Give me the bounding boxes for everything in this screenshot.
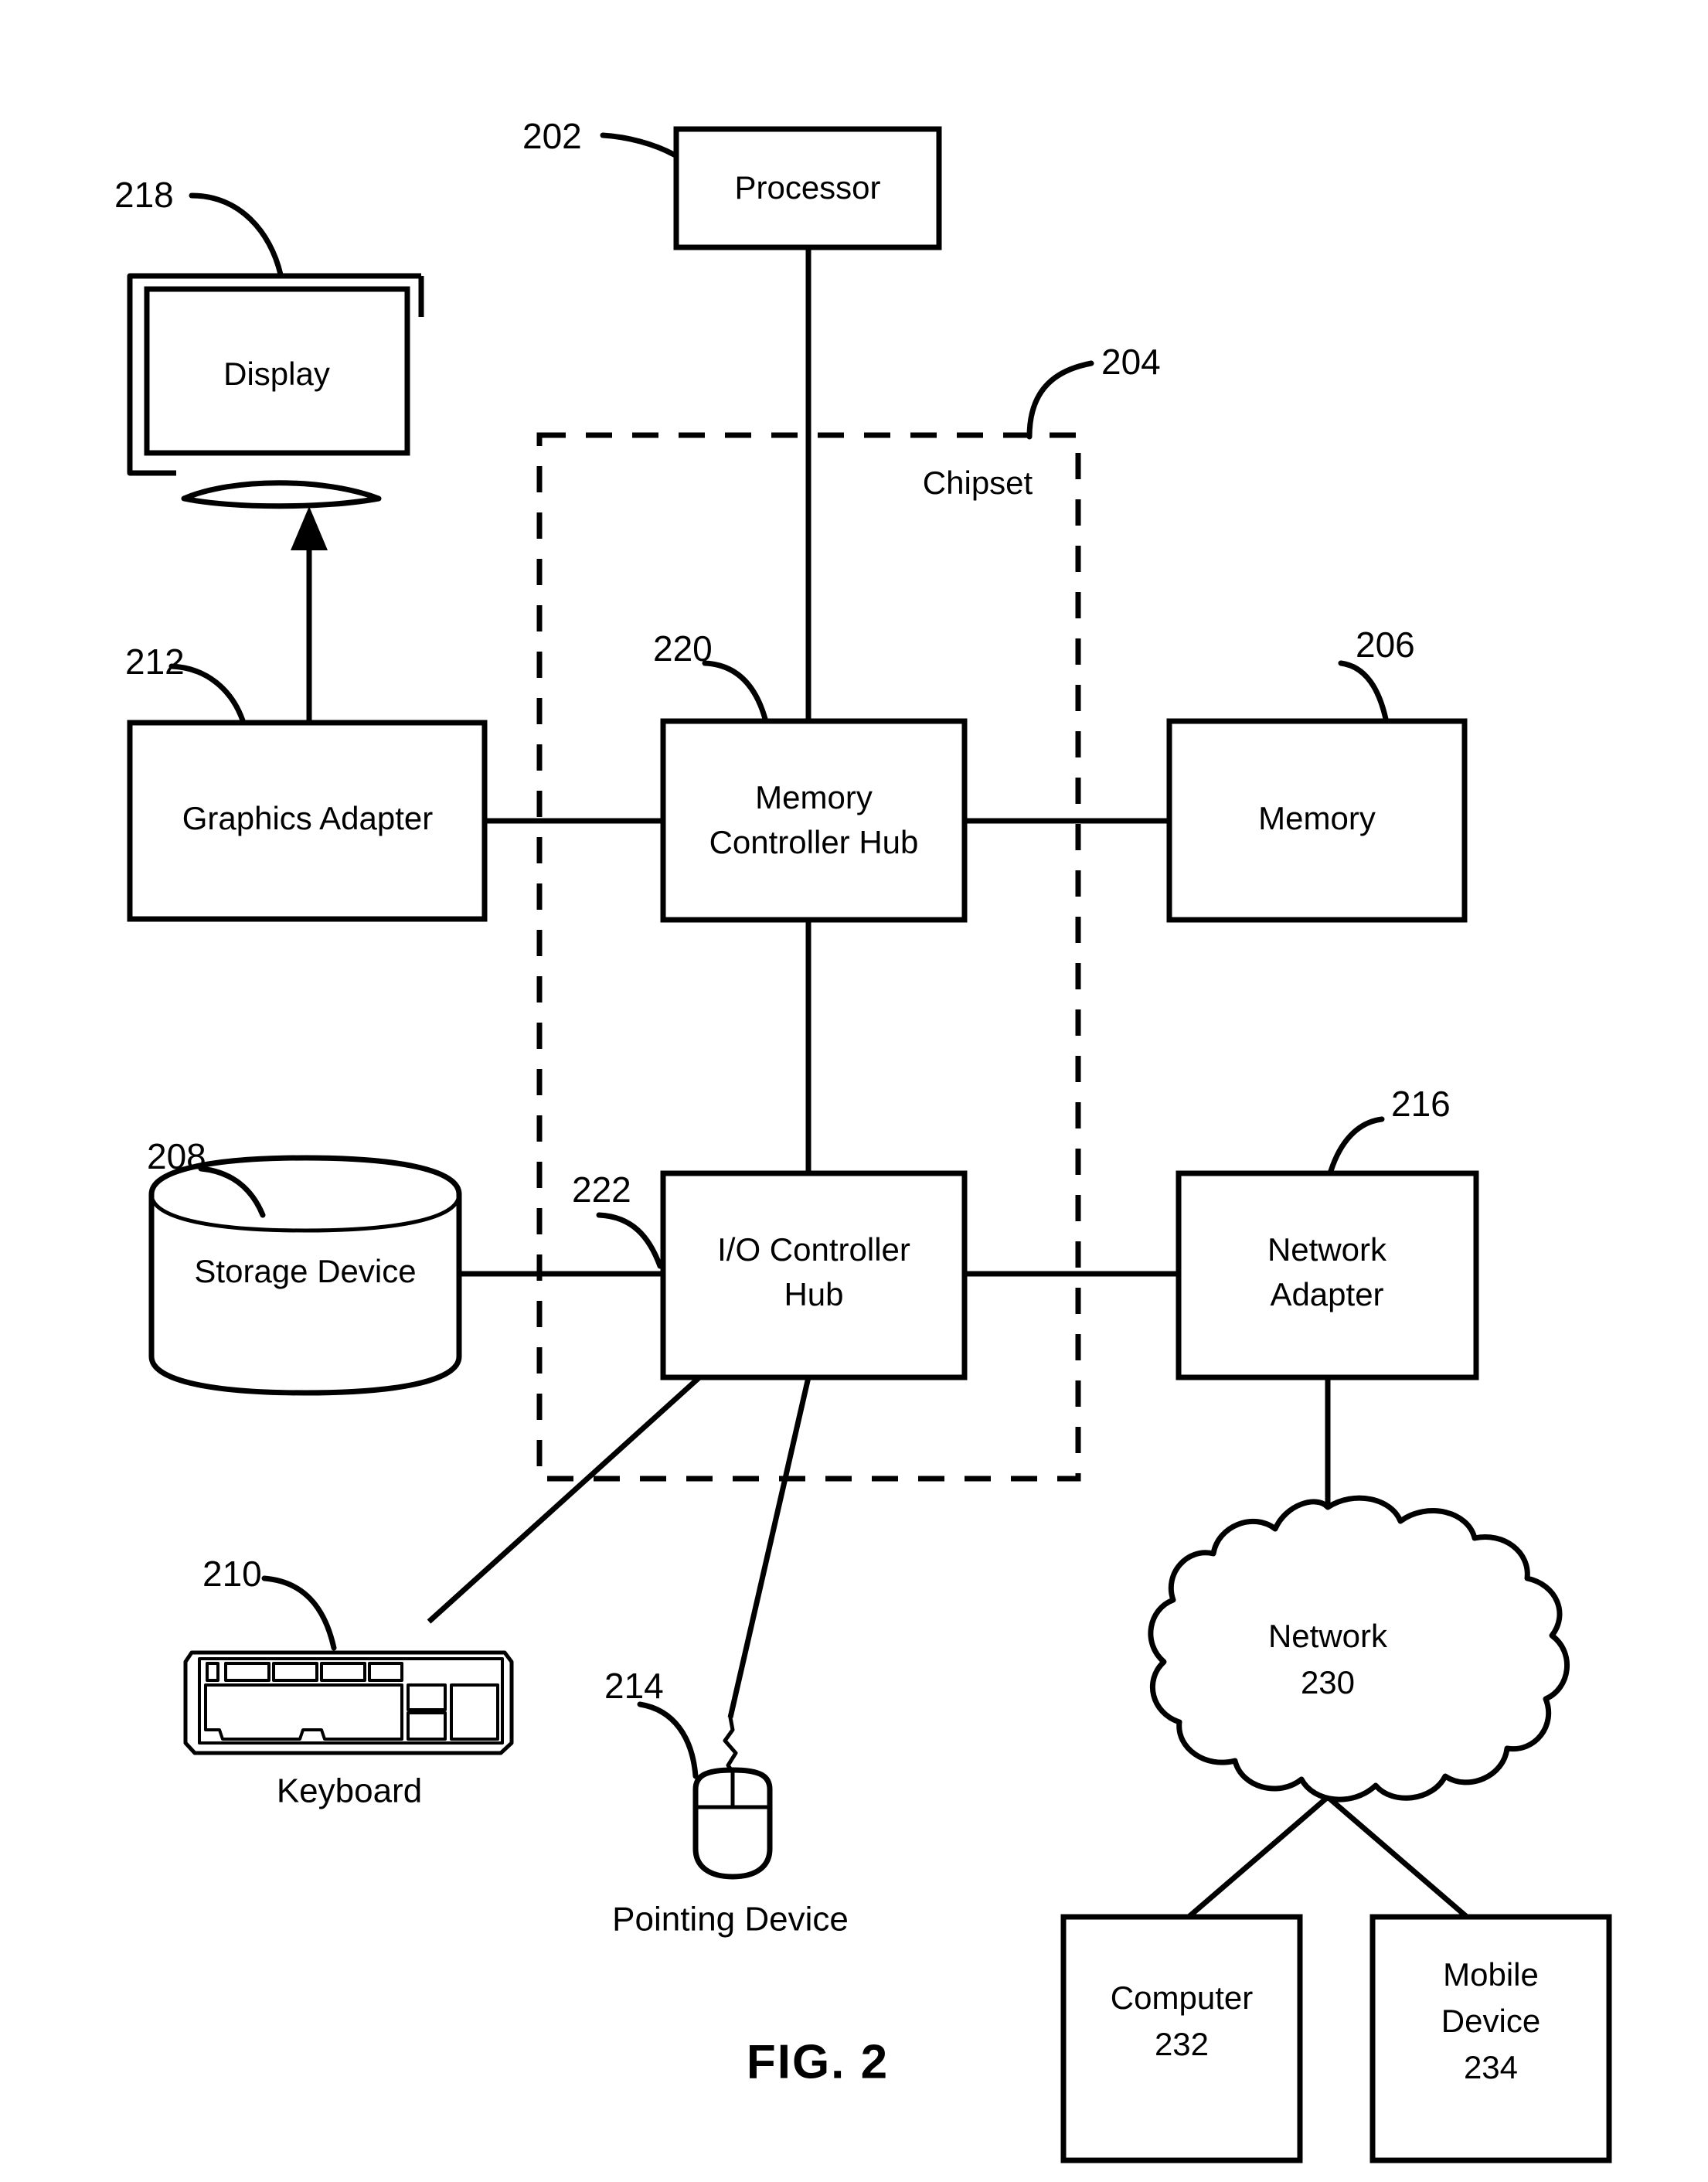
ich-label-line1: I/O Controller (717, 1231, 910, 1268)
network-label-line1: Network (1268, 1618, 1388, 1654)
wire-network-to-mobile-device (1325, 1795, 1469, 1919)
mobile-device-label-line2: Device (1441, 2003, 1540, 2039)
ref-number-212: 212 (125, 642, 185, 682)
leader-pointing-device (637, 1701, 699, 1779)
network-block: Network 230 (1148, 1495, 1570, 1802)
mch-label-line1: Memory (755, 779, 873, 815)
wire-ich-to-keyboard (427, 1375, 702, 1624)
ref-number-204: 204 (1101, 342, 1161, 382)
chipset-label: Chipset (923, 465, 1033, 501)
leader-display (189, 192, 284, 277)
computer-block: Computer 232 (1060, 1914, 1303, 2163)
computer-label-line1: Computer (1111, 1979, 1253, 2016)
keyboard-key-esc (206, 1662, 219, 1682)
ref-number-214: 214 (604, 1666, 664, 1706)
network-adapter-label-line1: Network (1267, 1231, 1387, 1268)
leader-ich (596, 1212, 663, 1269)
pointing-device-label: Pointing Device (612, 1901, 849, 1939)
processor-label: Processor (734, 169, 880, 206)
leader-network-adapter (1328, 1116, 1385, 1174)
network-adapter-block: Network Adapter 216 (1176, 1084, 1479, 1380)
leader-mch (702, 660, 768, 722)
patent-figure-2: Chipset 204 Processor 202 Display 218 Gr… (114, 116, 1612, 2163)
display-label: Display (223, 356, 330, 392)
processor-block: Processor 202 (522, 116, 942, 250)
keyboard-fn-group-4 (368, 1662, 403, 1682)
display-stand-base (181, 480, 382, 509)
keyboard-fn-group-3 (320, 1662, 366, 1682)
leader-chipset (1026, 360, 1094, 440)
figure-caption: FIG. 2 (747, 2035, 889, 2088)
mobile-device-block: Mobile Device 234 (1369, 1914, 1612, 2163)
graphics-adapter-label: Graphics Adapter (182, 800, 434, 836)
storage-device-block: Storage Device 208 (147, 1136, 462, 1396)
mobile-device-label-line1: Mobile (1443, 1956, 1539, 1993)
ref-number-222: 222 (572, 1169, 631, 1210)
ref-number-216: 216 (1391, 1084, 1451, 1124)
memory-block: Memory 206 (1166, 625, 1468, 923)
leader-memory (1338, 660, 1389, 722)
keyboard-numpad (450, 1683, 499, 1741)
keyboard-fn-group-2 (272, 1662, 318, 1682)
wire-ich-to-pointing-device (727, 1377, 811, 1718)
leader-processor (600, 132, 677, 158)
keyboard-nav-cluster-top (407, 1683, 447, 1711)
pointing-device-block: Pointing Device 214 (604, 1666, 849, 1938)
ich-label-line2: Hub (784, 1276, 843, 1312)
leader-keyboard (261, 1575, 337, 1651)
memory-controller-hub-box (660, 718, 968, 923)
mch-label-line2: Controller Hub (709, 824, 919, 860)
storage-device-label: Storage Device (194, 1253, 416, 1289)
keyboard-fn-group-1 (224, 1662, 270, 1682)
mobile-device-label-line3: 234 (1464, 2049, 1518, 2085)
io-controller-hub-box (660, 1170, 968, 1380)
keyboard-main-block (204, 1683, 403, 1741)
network-label-line2: 230 (1301, 1664, 1355, 1700)
ref-number-218: 218 (114, 175, 174, 215)
network-adapter-box (1176, 1170, 1479, 1380)
keyboard-label: Keyboard (277, 1772, 422, 1810)
ref-number-210: 210 (202, 1554, 262, 1594)
keyboard-nav-cluster-bottom (407, 1711, 447, 1741)
pointing-device-cord (723, 1715, 738, 1776)
wire-network-to-computer (1186, 1795, 1330, 1919)
ref-number-202: 202 (522, 116, 582, 156)
ref-number-206: 206 (1356, 625, 1415, 665)
network-adapter-label-line2: Adapter (1270, 1276, 1383, 1312)
display-block: Display 218 (114, 175, 424, 509)
computer-label-line2: 232 (1155, 2026, 1209, 2062)
ref-number-208: 208 (147, 1136, 206, 1176)
graphics-adapter-block: Graphics Adapter 212 (125, 642, 488, 922)
ref-number-220: 220 (653, 628, 713, 669)
arrowhead-to-display (291, 506, 328, 550)
memory-label: Memory (1258, 800, 1376, 836)
